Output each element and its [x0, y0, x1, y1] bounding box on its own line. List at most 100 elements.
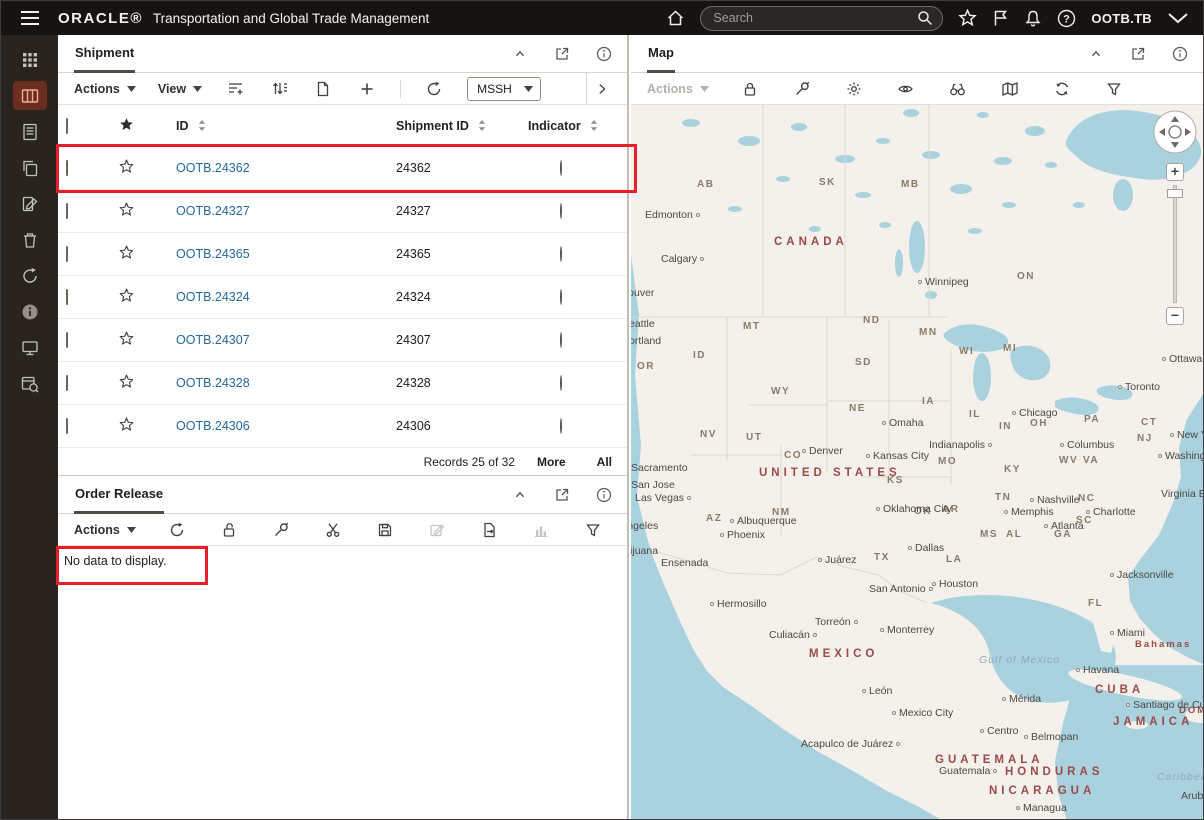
settings-gear-icon[interactable] [843, 78, 865, 100]
shipment-actions-menu[interactable]: Actions [74, 82, 136, 96]
user-menu-label[interactable]: OOTB.TB [1091, 11, 1152, 26]
open-in-new-icon[interactable] [553, 45, 571, 63]
add-icon[interactable] [356, 78, 378, 100]
caret-down-icon [126, 526, 136, 533]
flag-icon[interactable] [992, 9, 1009, 27]
zoom-slider-track[interactable] [1173, 185, 1177, 303]
collapse-icon[interactable] [511, 45, 529, 63]
favorite-star-icon[interactable] [119, 331, 134, 349]
all-link[interactable]: All [597, 455, 612, 469]
map-label: AL [1006, 529, 1023, 540]
collapse-icon[interactable] [511, 486, 529, 504]
refresh-icon[interactable] [166, 519, 188, 541]
shipment-id-link[interactable]: OOTB.24328 [176, 376, 250, 390]
map-label: Hermosillo [707, 598, 767, 610]
map-label: Mexico City [889, 707, 953, 719]
sort-id-button[interactable] [198, 119, 206, 132]
row-checkbox[interactable] [66, 246, 68, 262]
notifications-icon[interactable] [1024, 9, 1042, 28]
visibility-eye-icon[interactable] [895, 78, 917, 100]
cut-icon[interactable] [322, 519, 344, 541]
new-document-icon[interactable] [312, 78, 334, 100]
filter-icon[interactable] [582, 519, 604, 541]
open-in-new-icon[interactable] [1129, 45, 1147, 63]
favorite-star-icon[interactable] [119, 374, 134, 392]
select-all-checkbox[interactable] [66, 117, 68, 134]
save-icon[interactable] [374, 519, 396, 541]
map-label: WY [771, 386, 791, 397]
nav-info-button[interactable] [13, 297, 47, 326]
sort-indicator-button[interactable] [590, 119, 598, 132]
reorder-columns-icon[interactable] [268, 78, 290, 100]
row-checkbox[interactable] [66, 160, 68, 176]
zoom-slider-handle[interactable] [1167, 189, 1183, 198]
row-checkbox[interactable] [66, 203, 68, 219]
map-actions-menu[interactable]: Actions [647, 82, 709, 96]
open-in-new-icon[interactable] [553, 486, 571, 504]
shipment-id-link[interactable]: OOTB.24306 [176, 419, 250, 433]
unlock-icon[interactable] [218, 519, 240, 541]
filter-icon[interactable] [1103, 78, 1125, 100]
order-release-actions-menu[interactable]: Actions [74, 523, 136, 537]
row-checkbox[interactable] [66, 375, 68, 391]
nav-springboard-button[interactable] [13, 45, 47, 74]
row-checkbox[interactable] [66, 289, 68, 305]
favorite-star-icon[interactable] [119, 245, 134, 263]
info-icon[interactable] [595, 45, 613, 63]
nav-monitor-button[interactable] [13, 333, 47, 362]
refresh-icon[interactable] [423, 78, 445, 100]
help-icon[interactable]: ? [1057, 9, 1076, 28]
order-release-panel-header: Order Release [58, 476, 627, 514]
map-label: Denver [799, 445, 843, 457]
toolbar-overflow-button[interactable] [586, 73, 617, 104]
shipment-id-link[interactable]: OOTB.24327 [176, 204, 250, 218]
search-icon[interactable] [917, 10, 933, 26]
zoom-out-button[interactable]: − [1166, 307, 1184, 325]
nav-edit-button[interactable] [13, 189, 47, 218]
favorite-star-icon[interactable] [119, 288, 134, 306]
row-checkbox[interactable] [66, 332, 68, 348]
export-icon[interactable] [478, 519, 500, 541]
compass-control[interactable] [1152, 109, 1198, 155]
sort-shipment-id-button[interactable] [478, 119, 486, 132]
chart-icon[interactable] [530, 519, 552, 541]
shipment-id-link[interactable]: OOTB.24307 [176, 333, 250, 347]
search-input[interactable] [713, 11, 918, 25]
tools-icon[interactable] [791, 78, 813, 100]
zoom-in-button[interactable]: + [1166, 163, 1184, 181]
table-row: OOTB.24328 24328 [58, 362, 627, 405]
map-layers-icon[interactable] [999, 78, 1021, 100]
favorites-icon[interactable] [958, 9, 978, 27]
favorite-star-icon[interactable] [119, 159, 134, 177]
more-link[interactable]: More [537, 455, 566, 469]
tools-icon[interactable] [270, 519, 292, 541]
favorite-star-icon[interactable] [119, 417, 134, 435]
favorite-star-icon[interactable] [119, 202, 134, 220]
nav-workbench-button[interactable] [12, 81, 47, 110]
binoculars-icon[interactable] [947, 78, 969, 100]
nav-copy-button[interactable] [13, 153, 47, 182]
home-icon[interactable] [666, 9, 685, 27]
info-icon[interactable] [595, 486, 613, 504]
nav-delete-button[interactable] [13, 225, 47, 254]
collapse-icon[interactable] [1087, 45, 1105, 63]
nav-refresh-button[interactable] [13, 261, 47, 290]
nav-finder-button[interactable] [13, 369, 47, 398]
sync-icon[interactable] [1051, 78, 1073, 100]
map-canvas[interactable]: CANADA UNITED STATES MEXICO CUBA JAMAICA GUAT… [631, 105, 1203, 819]
manage-filters-icon[interactable] [224, 78, 246, 100]
lock-icon[interactable] [739, 78, 761, 100]
map-label: LA [946, 554, 963, 565]
user-menu-chevron-icon[interactable] [1167, 12, 1189, 24]
row-checkbox[interactable] [66, 418, 68, 434]
edit-icon[interactable] [426, 519, 448, 541]
menu-icon[interactable] [1, 1, 58, 35]
map-label: KS [887, 475, 904, 486]
nav-worklist-button[interactable] [13, 117, 47, 146]
info-icon[interactable] [1171, 45, 1189, 63]
shipment-id-link[interactable]: OOTB.24324 [176, 290, 250, 304]
shipment-id-link[interactable]: OOTB.24362 [176, 161, 250, 175]
saved-search-select[interactable]: MSSH [467, 76, 541, 101]
shipment-view-menu[interactable]: View [158, 82, 203, 96]
shipment-id-link[interactable]: OOTB.24365 [176, 247, 250, 261]
